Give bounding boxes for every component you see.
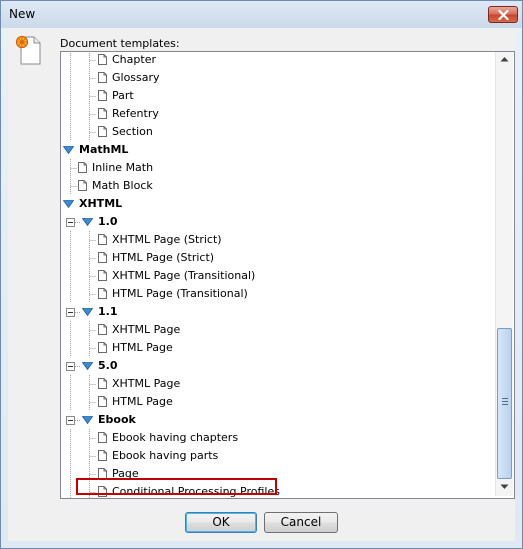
tree-template-item[interactable]: HTML Page	[61, 393, 491, 411]
tree-item-label: Refentry	[112, 107, 159, 120]
dialog-client-area: Document templates: Chapter Glossary Part R…	[8, 28, 515, 541]
tree-template-item[interactable]: HTML Page (Transitional)	[61, 285, 491, 303]
tree-template-item[interactable]: XHTML Page (Transitional)	[61, 267, 491, 285]
page-icon	[98, 432, 107, 443]
tree-item-label: HTML Page (Strict)	[112, 251, 215, 264]
tree-template-item[interactable]: Glossary	[61, 69, 491, 87]
tree-item-label: Ebook having chapters	[112, 431, 239, 444]
vertical-scrollbar[interactable]	[495, 52, 513, 496]
page-icon	[98, 72, 107, 83]
tree-item-label: Ebook	[98, 413, 136, 426]
tree-template-item[interactable]: XHTML Page (Strict)	[61, 231, 491, 249]
title-bar[interactable]: New	[1, 1, 522, 28]
thumb-grip-line	[502, 398, 508, 399]
tree-template-item[interactable]: Refentry	[61, 105, 491, 123]
window-title: New	[9, 7, 36, 21]
tree-template-item[interactable]: HTML Page	[61, 339, 491, 357]
tree-folder-node[interactable]: Ebook	[61, 411, 491, 429]
selected-item-outline	[76, 478, 277, 495]
page-icon	[98, 270, 107, 281]
tree-item-label: XHTML	[79, 197, 123, 210]
tree-item-label: XHTML Page (Strict)	[112, 233, 222, 246]
tree-template-item[interactable]: Ebook having parts	[61, 447, 491, 465]
collapse-minus-icon[interactable]	[66, 416, 75, 425]
tree-item-label: 5.0	[98, 359, 118, 372]
collapse-minus-icon[interactable]	[66, 308, 75, 317]
tree-item-label: HTML Page	[112, 341, 173, 354]
page-icon	[98, 126, 107, 137]
templates-label: Document templates:	[60, 37, 180, 50]
tree-template-item[interactable]: Math Block	[61, 177, 491, 195]
close-icon	[497, 9, 509, 20]
tree-item-label: Ebook having parts	[112, 449, 219, 462]
tree-template-item[interactable]: Inline Math	[61, 159, 491, 177]
tree-folder-node[interactable]: XHTML	[61, 195, 491, 213]
expanded-triangle-icon[interactable]	[82, 308, 93, 316]
page-icon	[98, 342, 107, 353]
tree-item-label: MathML	[79, 143, 129, 156]
cancel-button[interactable]: Cancel	[264, 512, 338, 533]
ok-button[interactable]: OK	[185, 512, 257, 533]
tree-folder-node[interactable]: MathML	[61, 141, 491, 159]
tree-template-item[interactable]: XHTML Page	[61, 375, 491, 393]
tree-item-label: XHTML Page (Transitional)	[112, 269, 256, 282]
page-icon	[98, 108, 107, 119]
page-icon	[98, 378, 107, 389]
tree-item-label: Part	[112, 89, 134, 102]
expanded-triangle-icon[interactable]	[63, 146, 74, 154]
tree-item-label: Chapter	[112, 53, 156, 66]
tree-item-label: 1.0	[98, 215, 118, 228]
page-icon	[78, 162, 87, 173]
expanded-triangle-icon[interactable]	[82, 416, 93, 424]
tree-folder-node[interactable]: 5.0	[61, 357, 491, 375]
tree-template-item[interactable]: Ebook having chapters	[61, 429, 491, 447]
tree-template-item[interactable]: XHTML Page	[61, 321, 491, 339]
collapse-minus-icon[interactable]	[66, 218, 75, 227]
tree-item-label: XHTML Page	[112, 377, 181, 390]
page-icon	[98, 54, 107, 65]
collapse-minus-icon[interactable]	[66, 362, 75, 371]
tree-item-label: Inline Math	[92, 161, 154, 174]
tree-template-item[interactable]: Section	[61, 123, 491, 141]
tree-item-label: 1.1	[98, 305, 118, 318]
tree-item-label: HTML Page (Transitional)	[112, 287, 248, 300]
expanded-triangle-icon[interactable]	[82, 362, 93, 370]
tree-item-label: Glossary	[112, 71, 160, 84]
tree-item-label: HTML Page	[112, 395, 173, 408]
tree-item-label: Section	[112, 125, 153, 138]
scrollbar-thumb[interactable]	[497, 328, 512, 479]
expanded-triangle-icon[interactable]	[82, 218, 93, 226]
page-icon	[98, 324, 107, 335]
page-icon	[98, 450, 107, 461]
templates-tree[interactable]: Chapter Glossary Part Refentry Section MathML…	[60, 51, 515, 499]
expanded-triangle-icon[interactable]	[63, 200, 74, 208]
tree-item-label: XHTML Page	[112, 323, 181, 336]
page-icon	[98, 288, 107, 299]
tree-folder-node[interactable]: 1.0	[61, 213, 491, 231]
new-document-icon	[15, 35, 41, 65]
close-button[interactable]	[488, 6, 518, 23]
page-icon	[98, 396, 107, 407]
page-icon	[98, 234, 107, 245]
tree-template-item[interactable]: Chapter	[61, 52, 491, 69]
tree-folder-node[interactable]: 1.1	[61, 303, 491, 321]
tree-item-label: Math Block	[92, 179, 153, 192]
tree-template-item[interactable]: Part	[61, 87, 491, 105]
thumb-grip-line	[502, 404, 508, 405]
thumb-grip-line	[502, 401, 508, 402]
scroll-up-arrow-icon[interactable]	[500, 56, 509, 62]
page-icon	[78, 180, 87, 191]
page-icon	[98, 90, 107, 101]
dialog-window: New Document templates: Chapter Glossary P…	[0, 0, 523, 549]
page-icon	[98, 252, 107, 263]
scroll-down-arrow-icon[interactable]	[500, 484, 509, 490]
tree-template-item[interactable]: HTML Page (Strict)	[61, 249, 491, 267]
